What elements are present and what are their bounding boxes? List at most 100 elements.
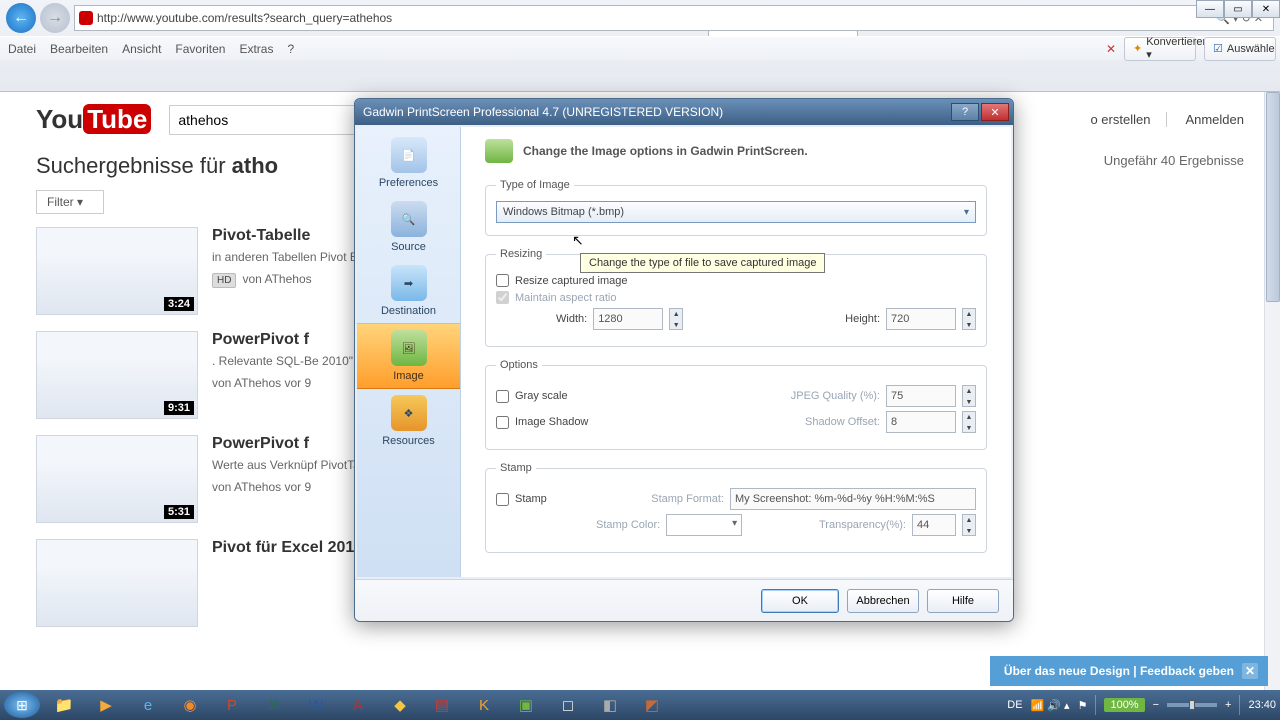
stamp-label: Stamp (515, 493, 547, 505)
resizing-legend: Resizing (496, 248, 546, 260)
scrollbar[interactable] (1264, 92, 1280, 690)
type-legend: Type of Image (496, 179, 574, 191)
taskbar-ie[interactable]: e (128, 692, 168, 718)
taskbar-explorer[interactable]: 📁 (44, 692, 84, 718)
stamp-checkbox[interactable] (496, 493, 509, 506)
konvertieren-button[interactable]: ✦Konvertieren ▾ (1124, 37, 1196, 61)
stamp-format-label: Stamp Format: (651, 493, 724, 505)
sidebar-destination[interactable]: ➡Destination (357, 259, 460, 323)
tray-flag-icon[interactable]: ⚑ (1078, 699, 1088, 712)
stamp-legend: Stamp (496, 462, 536, 474)
taskbar-camtasia[interactable]: ▣ (506, 692, 546, 718)
window-minimize[interactable]: — (1196, 0, 1224, 18)
menu-bearbeiten[interactable]: Bearbeiten (50, 42, 108, 56)
jpeg-spinner: ▲▼ (962, 385, 976, 407)
tray-clock[interactable]: 23:40 (1248, 699, 1276, 711)
resources-icon: ❖ (391, 395, 427, 431)
offset-spinner: ▲▼ (962, 411, 976, 433)
menu-extras[interactable]: Extras (239, 42, 273, 56)
sidebar-image[interactable]: 🖼Image (357, 323, 460, 389)
width-spinner: ▲▼ (669, 308, 683, 330)
printscreen-dialog: Gadwin PrintScreen Professional 4.7 (UNR… (354, 98, 1014, 622)
results-count: Ungefähr 40 Ergebnisse (1104, 153, 1244, 168)
link-erstellen[interactable]: o erstellen (1090, 112, 1167, 127)
menu-help[interactable]: ? (287, 42, 294, 56)
stamp-format-input (730, 488, 976, 510)
taskbar-kindle[interactable]: K (464, 692, 504, 718)
zoom-slider[interactable] (1167, 703, 1217, 707)
width-input (593, 308, 663, 330)
jpeg-label: JPEG Quality (%): (791, 390, 880, 402)
dialog-titlebar[interactable]: Gadwin PrintScreen Professional 4.7 (UNR… (355, 99, 1013, 125)
taskbar-app1[interactable]: ◆ (380, 692, 420, 718)
scroll-thumb[interactable] (1266, 92, 1280, 302)
taskbar-access[interactable]: A (338, 692, 378, 718)
combo-tooltip: Change the type of file to save captured… (580, 253, 825, 273)
preferences-icon: 📄 (391, 137, 427, 173)
cancel-button[interactable]: Abbrechen (847, 589, 919, 613)
link-anmelden[interactable]: Anmelden (1185, 112, 1244, 127)
menu-favoriten[interactable]: Favoriten (175, 42, 225, 56)
mouse-cursor-icon: ↖ (572, 232, 584, 249)
stamp-color-picker (666, 514, 742, 536)
tray-zoom[interactable]: 100% (1104, 698, 1144, 712)
tray-icons[interactable]: 📶 🔊 ▴ (1031, 699, 1070, 712)
shadow-checkbox[interactable] (496, 416, 509, 429)
toolbar-close-icon[interactable]: ✕ (1106, 42, 1116, 56)
options-legend: Options (496, 359, 542, 371)
grayscale-label: Gray scale (515, 390, 568, 402)
image-icon: 🖼 (391, 330, 427, 366)
width-label: Width: (556, 313, 587, 325)
video-thumbnail[interactable]: 9:31 (36, 331, 198, 419)
taskbar-word[interactable]: W (296, 692, 336, 718)
taskbar-firefox[interactable]: ◉ (170, 692, 210, 718)
youtube-logo[interactable]: YouTube (36, 104, 151, 135)
filter-button[interactable]: Filter ▾ (36, 190, 104, 214)
grayscale-checkbox[interactable] (496, 390, 509, 403)
taskbar-app3[interactable]: ◧ (590, 692, 630, 718)
taskbar-pdf[interactable]: ▤ (422, 692, 462, 718)
feedback-close-icon[interactable]: ✕ (1242, 663, 1258, 679)
favicon-youtube-icon (79, 11, 93, 25)
taskbar-powerpoint[interactable]: P (212, 692, 252, 718)
ok-button[interactable]: OK (761, 589, 839, 613)
header-image-icon (485, 139, 513, 163)
video-thumbnail[interactable]: 5:31 (36, 435, 198, 523)
video-thumbnail[interactable]: 3:24 (36, 227, 198, 315)
height-label: Height: (845, 313, 880, 325)
sidebar-source[interactable]: 🔍Source (357, 195, 460, 259)
dialog-close-icon[interactable]: ✕ (981, 103, 1009, 121)
taskbar-mediaplayer[interactable]: ▶ (86, 692, 126, 718)
tray-zoom-out-icon[interactable]: − (1153, 699, 1159, 711)
aspect-checkbox (496, 291, 509, 304)
transparency-label: Transparency(%): (819, 519, 906, 531)
menu-ansicht[interactable]: Ansicht (122, 42, 161, 56)
resize-label: Resize captured image (515, 275, 628, 287)
video-thumbnail[interactable] (36, 539, 198, 627)
taskbar-app4[interactable]: ◩ (632, 692, 672, 718)
auswaehlen-button[interactable]: ☑Auswähle (1204, 37, 1276, 61)
taskbar-excel[interactable]: X (254, 692, 294, 718)
sidebar-preferences[interactable]: 📄Preferences (357, 131, 460, 195)
sidebar-resources[interactable]: ❖Resources (357, 389, 460, 453)
help-button[interactable]: Hilfe (927, 589, 999, 613)
height-input (886, 308, 956, 330)
type-of-image-group: Type of Image Windows Bitmap (*.bmp) (485, 179, 987, 236)
feedback-text: Über das neue Design | Feedback geben (1004, 664, 1234, 678)
image-type-combo[interactable]: Windows Bitmap (*.bmp) (496, 201, 976, 223)
window-restore[interactable]: ▭ (1224, 0, 1252, 18)
start-button[interactable]: ⊞ (4, 692, 40, 718)
tray-lang[interactable]: DE (1007, 699, 1022, 711)
menu-datei[interactable]: Datei (8, 42, 36, 56)
feedback-banner[interactable]: Über das neue Design | Feedback geben ✕ (990, 656, 1268, 686)
resize-checkbox[interactable] (496, 274, 509, 287)
window-close[interactable]: ✕ (1252, 0, 1280, 18)
shadow-offset-input (886, 411, 956, 433)
trans-spinner: ▲▼ (962, 514, 976, 536)
shadow-label: Image Shadow (515, 416, 588, 428)
source-icon: 🔍 (391, 201, 427, 237)
hd-badge: HD (212, 273, 236, 288)
taskbar-app2[interactable]: ◻ (548, 692, 588, 718)
dialog-help-icon[interactable]: ? (951, 103, 979, 121)
tray-zoom-in-icon[interactable]: + (1225, 699, 1231, 711)
